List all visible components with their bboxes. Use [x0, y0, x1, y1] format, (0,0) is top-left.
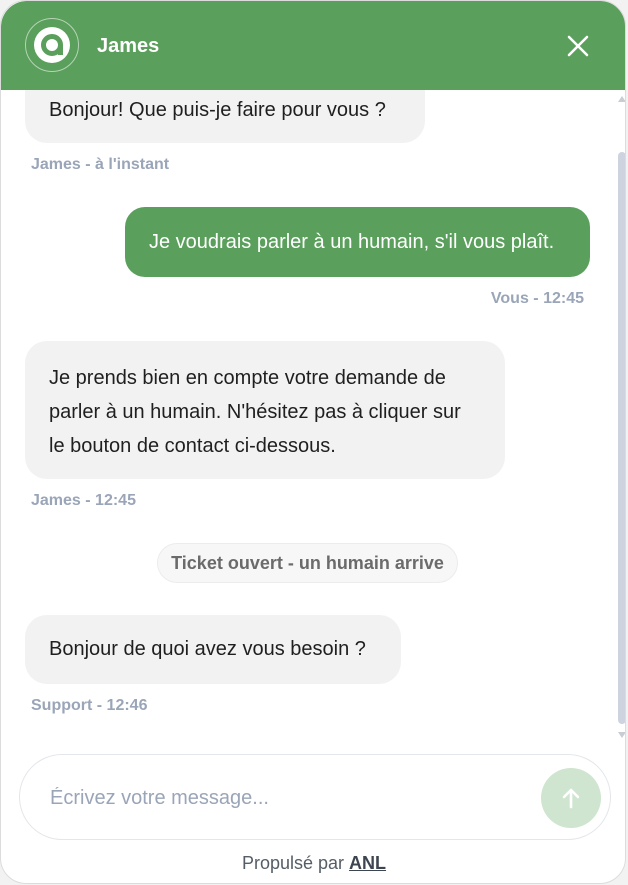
bot-message: Bonjour! Que puis-je faire pour vous ?: [25, 90, 425, 143]
message-text: Bonjour! Que puis-je faire pour vous ?: [49, 99, 386, 121]
chat-logo-icon: [25, 18, 79, 72]
message-line: Je prends bien en compte votre demande d…: [49, 367, 446, 389]
powered-by: Propulsé par ANL: [1, 852, 625, 874]
arrow-up-icon: [562, 788, 580, 809]
message-text: Bonjour de quoi avez vous besoin ?: [49, 638, 366, 660]
ticket-status-badge: Ticket ouvert - un humain arrive: [157, 543, 458, 583]
message-text: Je voudrais parler à un humain, s'il vou…: [149, 231, 555, 253]
message-composer: [19, 754, 611, 840]
scroll-down-icon[interactable]: [618, 732, 625, 738]
message-meta: James - à l'instant: [31, 156, 170, 173]
chat-widget: James Bonjour! Que puis-je faire pour vo…: [0, 0, 626, 884]
message-line: parler à un humain. N'hésitez pas à cliq…: [49, 401, 461, 423]
send-button[interactable]: [541, 768, 601, 828]
message-meta: James - 12:45: [31, 492, 136, 509]
support-message: Bonjour de quoi avez vous besoin ?: [25, 615, 401, 684]
brand-link[interactable]: ANL: [349, 853, 386, 873]
message-list: Bonjour! Que puis-je faire pour vous ? J…: [1, 90, 613, 740]
user-message: Je voudrais parler à un humain, s'il vou…: [125, 207, 590, 277]
agent-name: James: [97, 35, 160, 57]
bot-message: Je prends bien en compte votre demande d…: [25, 341, 505, 479]
powered-by-label: Propulsé par: [241, 853, 345, 873]
close-icon[interactable]: [564, 32, 592, 60]
scrollbar[interactable]: [615, 90, 625, 740]
message-meta: Support - 12:46: [31, 697, 148, 714]
message-meta: Vous - 12:45: [490, 290, 584, 307]
scroll-thumb[interactable]: [618, 152, 625, 724]
message-input[interactable]: [50, 779, 520, 817]
chat-header: James: [1, 1, 625, 90]
message-line: le bouton de contact ci-dessous.: [49, 435, 336, 457]
scroll-up-icon[interactable]: [618, 96, 625, 102]
